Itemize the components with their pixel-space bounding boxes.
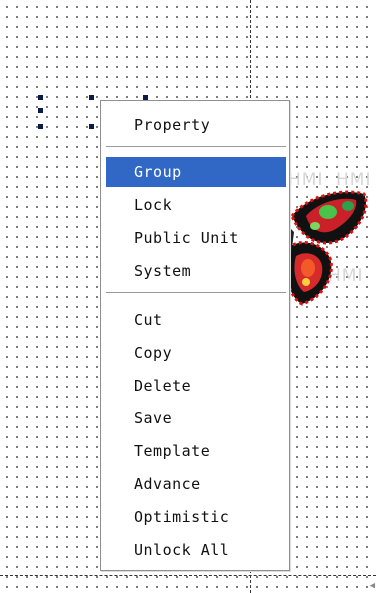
menu-separator bbox=[106, 292, 286, 293]
menu-separator bbox=[106, 146, 286, 147]
menu-item-cut[interactable]: Cut bbox=[106, 305, 286, 335]
menu-item-lock[interactable]: Lock bbox=[106, 190, 286, 220]
menu-item-system[interactable]: System bbox=[106, 256, 286, 286]
menu-item-property[interactable]: Property bbox=[106, 110, 286, 140]
selection-handle[interactable] bbox=[89, 124, 94, 129]
menu-item-save[interactable]: Save bbox=[106, 403, 286, 433]
menu-item-template[interactable]: Template bbox=[106, 436, 286, 466]
menu-item-unlock-all[interactable]: Unlock All bbox=[106, 535, 286, 565]
butterfly-image[interactable] bbox=[282, 186, 370, 314]
horizontal-guide-line bbox=[0, 575, 376, 576]
selection-handle[interactable] bbox=[89, 95, 94, 100]
menu-item-copy[interactable]: Copy bbox=[106, 338, 286, 368]
selection-handle[interactable] bbox=[38, 124, 43, 129]
scroll-left-arrow-icon[interactable]: ◀ bbox=[370, 581, 375, 591]
menu-item-public-unit[interactable]: Public Unit bbox=[106, 223, 286, 253]
selection-handle[interactable] bbox=[38, 95, 43, 100]
menu-item-group[interactable]: Group bbox=[106, 157, 286, 187]
menu-item-optimistic[interactable]: Optimistic bbox=[106, 502, 286, 532]
context-menu: Property Group Lock Public Unit System C… bbox=[100, 100, 290, 571]
menu-item-advance[interactable]: Advance bbox=[106, 469, 286, 499]
menu-item-delete[interactable]: Delete bbox=[106, 371, 286, 401]
selection-handle[interactable] bbox=[38, 108, 43, 113]
